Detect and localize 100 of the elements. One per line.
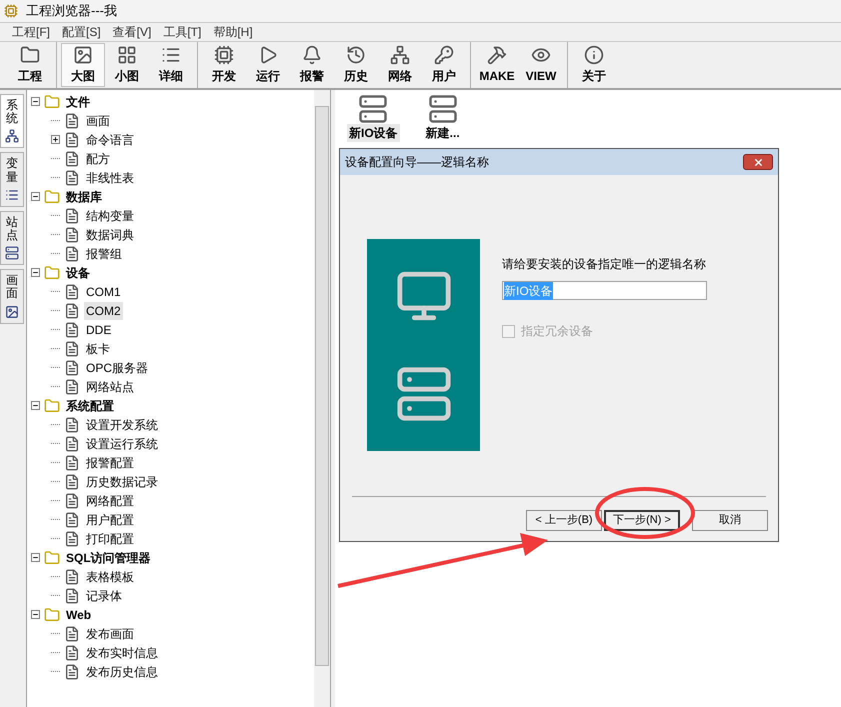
document-icon [64, 170, 80, 186]
tree-item[interactable]: 表格模板 [84, 568, 136, 586]
chip-icon [214, 45, 234, 65]
side-tab[interactable]: 系统 [0, 94, 24, 148]
collapse-toggle[interactable] [31, 401, 40, 410]
document-icon [64, 302, 80, 318]
side-tab[interactable]: 画面 [0, 269, 24, 324]
tree-item[interactable]: 打印配置 [84, 530, 136, 548]
dialog-button[interactable]: 下一步(N) > [604, 510, 680, 531]
side-tab[interactable]: 站点 [0, 210, 24, 266]
toolbar-button[interactable]: VIEW [519, 43, 563, 87]
toolbar-button[interactable]: MAKE [475, 43, 519, 87]
device-item[interactable]: 新IO设备 [347, 124, 400, 142]
toolbar-button[interactable]: 详细 [149, 43, 193, 87]
side-tab[interactable]: 变量 [0, 152, 24, 207]
checkbox-label: 指定冗余设备 [521, 323, 593, 340]
document-icon [64, 454, 80, 470]
toolbar-button[interactable]: 用户 [422, 43, 466, 87]
tree-item[interactable]: COM1 [84, 282, 123, 300]
document-icon [64, 644, 80, 660]
tree-item[interactable]: 报警配置 [84, 454, 136, 472]
document-icon [64, 150, 80, 166]
menu-item[interactable]: 查看[V] [112, 23, 152, 41]
picture-icon [5, 304, 19, 318]
tree-item[interactable]: 配方 [84, 150, 112, 168]
collapse-toggle[interactable] [31, 97, 40, 106]
tree-item[interactable]: 数据词典 [84, 226, 136, 244]
scrollbar[interactable] [314, 90, 330, 707]
folder-icon [20, 45, 40, 65]
tree-item[interactable]: COM2 [84, 302, 123, 320]
tree-item[interactable]: 用户配置 [84, 510, 136, 528]
toolbar-button[interactable]: 工程 [8, 43, 52, 87]
network-icon [5, 129, 19, 144]
tree-item[interactable]: 结构变量 [84, 206, 136, 224]
document-icon [64, 208, 80, 224]
tree-item[interactable]: 设置开发系统 [84, 416, 160, 434]
app-icon [4, 4, 18, 18]
dialog-button[interactable]: 取消 [692, 510, 768, 531]
toolbar-button[interactable]: 历史 [334, 43, 378, 87]
toolbar-button[interactable]: 大图 [61, 43, 105, 87]
collapse-toggle[interactable] [31, 268, 40, 277]
window-title: 工程浏览器---我 [26, 2, 117, 20]
document-icon [64, 474, 80, 490]
tree-item[interactable]: 画面 [84, 112, 112, 130]
collapse-toggle[interactable] [31, 192, 40, 201]
toolbar-button[interactable]: 关于 [572, 43, 616, 87]
folder-icon [44, 398, 60, 414]
close-icon [752, 156, 764, 168]
tree-item[interactable]: 网络配置 [84, 492, 136, 510]
tree-item[interactable]: 命令语言 [84, 130, 136, 148]
toolbar-button[interactable]: 开发 [202, 43, 246, 87]
tree-item[interactable]: 设置运行系统 [84, 434, 160, 452]
document-icon [64, 360, 80, 376]
hammer-icon [487, 45, 507, 65]
tree-item[interactable]: 发布历史信息 [84, 662, 160, 680]
tree-item[interactable]: 系统配置 [64, 396, 116, 414]
info-icon [584, 45, 604, 65]
minus-icon [32, 554, 39, 561]
tree-item[interactable]: 历史数据记录 [84, 472, 160, 490]
menu-item[interactable]: 工具[T] [163, 23, 202, 41]
menu-item[interactable]: 帮助[H] [213, 23, 253, 41]
tree-item[interactable]: 文件 [64, 92, 92, 110]
tree-item[interactable]: Web [64, 606, 94, 624]
dialog-button[interactable]: < 上一步(B) [526, 510, 602, 531]
folder-icon [44, 550, 60, 566]
tree-item[interactable]: 设备 [64, 264, 92, 282]
tree-item[interactable]: 发布画面 [84, 624, 136, 642]
tree-item[interactable]: 板卡 [84, 340, 112, 358]
document-icon [64, 492, 80, 508]
document-icon [64, 246, 80, 262]
tree-item[interactable]: DDE [84, 320, 114, 338]
minus-icon [32, 98, 39, 105]
tree-item[interactable]: 非线性表 [84, 168, 136, 186]
tree-item[interactable]: 报警组 [84, 244, 124, 262]
folder-icon [44, 94, 60, 110]
toolbar-button[interactable]: 报警 [290, 43, 334, 87]
tree-item[interactable]: 数据库 [64, 188, 104, 206]
tree-item[interactable]: OPC服务器 [84, 358, 150, 376]
menu-item[interactable]: 工程[F] [12, 23, 50, 41]
tree-item[interactable]: 记录体 [84, 586, 124, 604]
document-icon [64, 512, 80, 528]
plus-icon [52, 136, 59, 143]
close-button[interactable] [743, 154, 773, 170]
grid-icon [117, 45, 137, 65]
collapse-toggle[interactable] [31, 610, 40, 619]
tree-item[interactable]: SQL访问管理器 [64, 548, 153, 566]
prompt-text: 请给要安装的设备指定唯一的逻辑名称 [502, 256, 707, 273]
toolbar-button[interactable]: 网络 [378, 43, 422, 87]
document-icon [64, 284, 80, 300]
collapse-toggle[interactable] [31, 553, 40, 562]
toolbar-button[interactable]: 运行 [246, 43, 290, 87]
tree-item[interactable]: 发布实时信息 [84, 644, 160, 662]
network-icon [390, 45, 410, 65]
folder-icon [44, 264, 60, 280]
toolbar-button[interactable]: 小图 [105, 43, 149, 87]
tree-item[interactable]: 网络站点 [84, 378, 136, 396]
expand-toggle[interactable] [51, 135, 60, 144]
menu-item[interactable]: 配置[S] [62, 23, 101, 41]
history-icon [346, 45, 366, 65]
device-item[interactable]: 新建... [424, 124, 462, 142]
